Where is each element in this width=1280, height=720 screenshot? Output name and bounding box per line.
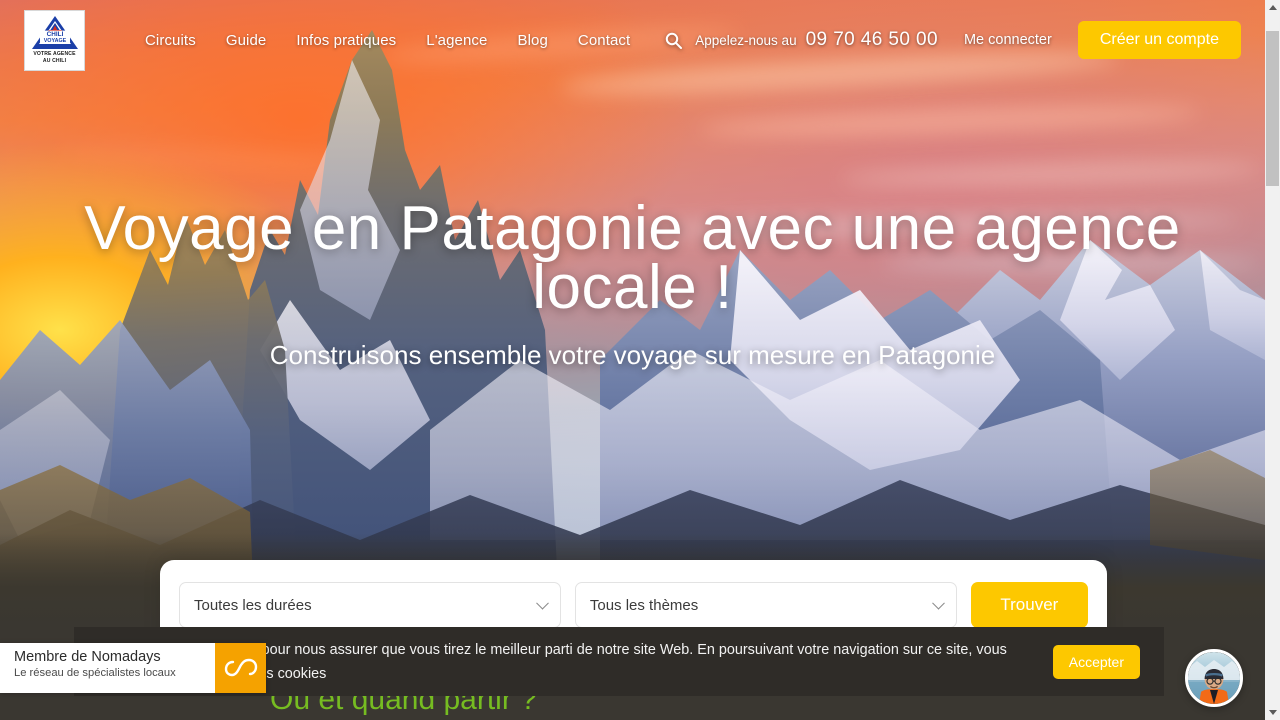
site-header: CHILI VOYAGE VOTRE AGENCE AU CHILI Circu… xyxy=(0,0,1265,80)
section-heading: Où et quand partir ? xyxy=(270,696,537,717)
nav-item-circuits[interactable]: Circuits xyxy=(130,32,211,49)
duration-select[interactable]: Toutes les durées xyxy=(179,582,561,628)
logo-subtitle: VOTRE AGENCE AU CHILI xyxy=(33,51,75,64)
page-viewport: CHILI VOYAGE VOTRE AGENCE AU CHILI Circu… xyxy=(0,0,1265,720)
phone-number[interactable]: 09 70 46 50 00 xyxy=(806,29,938,51)
logo-triangle-icon: CHILI VOYAGE xyxy=(32,16,78,49)
svg-text:VOYAGE: VOYAGE xyxy=(43,39,66,45)
theme-select-value: Tous les thèmes xyxy=(590,597,698,614)
vertical-scrollbar[interactable] xyxy=(1265,0,1280,720)
nav-item-guide[interactable]: Guide xyxy=(211,32,282,49)
below-fold-section: Où et quand partir ? xyxy=(0,696,1265,720)
scroll-down-arrow-icon[interactable] xyxy=(1265,705,1280,720)
nomadays-badge-text: Membre de Nomadays Le réseau de spéciali… xyxy=(0,643,215,693)
nomadays-membership-badge[interactable]: Membre de Nomadays Le réseau de spéciali… xyxy=(0,643,266,693)
nav-item-contact[interactable]: Contact xyxy=(563,32,645,49)
call-label: Appelez-nous au xyxy=(695,33,796,48)
nomadays-badge-line2: Le réseau de spécialistes locaux xyxy=(14,666,215,681)
chevron-down-icon xyxy=(932,597,945,610)
main-navigation: Circuits Guide Infos pratiques L'agence … xyxy=(130,0,682,80)
nav-item-lagence[interactable]: L'agence xyxy=(411,32,502,49)
cookie-accept-button[interactable]: Accepter xyxy=(1053,645,1140,679)
nomadays-infinity-icon xyxy=(215,643,266,693)
nomadays-badge-line1: Membre de Nomadays xyxy=(14,649,215,666)
nav-item-blog[interactable]: Blog xyxy=(502,32,562,49)
signup-button[interactable]: Créer un compte xyxy=(1078,21,1241,59)
header-actions: Appelez-nous au 09 70 46 50 00 Me connec… xyxy=(695,0,1241,80)
find-button[interactable]: Trouver xyxy=(971,582,1088,628)
search-icon[interactable] xyxy=(665,32,682,49)
agent-avatar[interactable] xyxy=(1185,649,1243,707)
scroll-up-arrow-icon[interactable] xyxy=(1265,0,1280,15)
theme-select[interactable]: Tous les thèmes xyxy=(575,582,957,628)
chevron-down-icon xyxy=(536,597,549,610)
hero-banner xyxy=(0,0,1265,628)
login-link[interactable]: Me connecter xyxy=(964,32,1052,48)
duration-select-value: Toutes les durées xyxy=(194,597,312,614)
scrollbar-thumb[interactable] xyxy=(1266,31,1279,186)
site-logo[interactable]: CHILI VOYAGE VOTRE AGENCE AU CHILI xyxy=(24,10,85,71)
nav-item-infos-pratiques[interactable]: Infos pratiques xyxy=(281,32,411,49)
